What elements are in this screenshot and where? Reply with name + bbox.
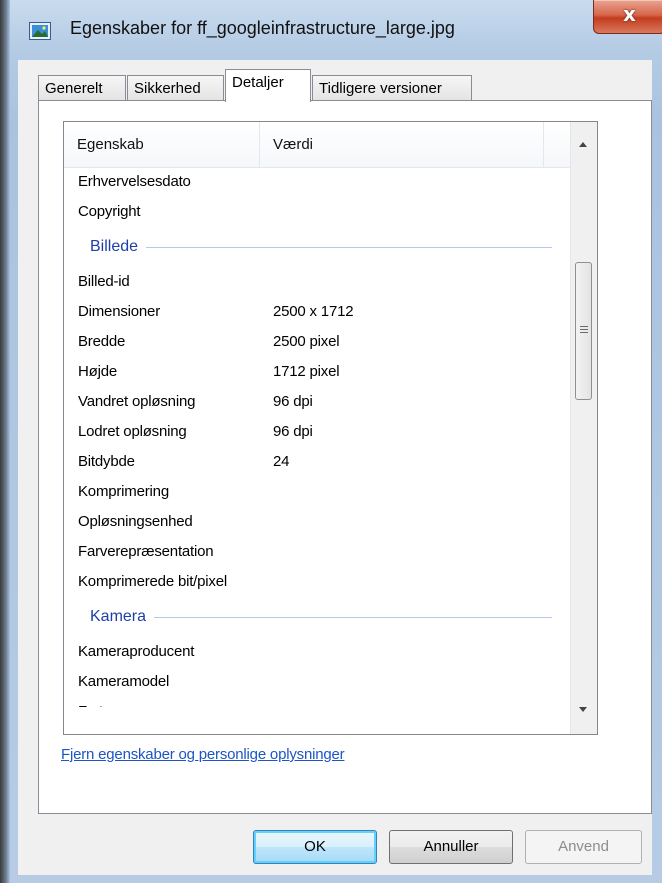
property-name: Bredde — [78, 333, 126, 350]
list-item[interactable]: Farverepræsentation — [64, 537, 572, 567]
list-item[interactable]: Bitdybde 24 — [64, 447, 572, 477]
property-name: Copyright — [78, 203, 141, 220]
property-name: Dimensioner — [78, 303, 160, 320]
list-item[interactable]: Erhvervelsesdato — [64, 167, 572, 197]
property-value: 96 dpi — [273, 423, 313, 440]
property-name: Lodret opløsning — [78, 423, 187, 440]
list-item[interactable]: Bredde 2500 pixel — [64, 327, 572, 357]
column-header-property[interactable]: Egenskab — [64, 122, 260, 167]
list-item[interactable]: Komprimering — [64, 477, 572, 507]
window-title: Egenskaber for ff_googleinfrastructure_l… — [70, 18, 455, 38]
property-name: Erhvervelsesdato — [78, 173, 191, 190]
properties-list[interactable]: Egenskab Værdi Erhvervelsesdato Copyrigh… — [63, 121, 598, 735]
close-icon: x — [623, 2, 636, 26]
group-divider — [90, 617, 552, 618]
property-value: 96 dpi — [273, 393, 313, 410]
property-name: Kameraproducent — [78, 643, 195, 660]
group-label: Kamera — [90, 597, 155, 637]
grip-icon — [580, 326, 588, 334]
vertical-scrollbar[interactable] — [570, 122, 597, 734]
image-file-icon — [29, 22, 51, 40]
apply-button[interactable]: Anvend — [525, 830, 642, 864]
tab-detaljer[interactable]: Detaljer — [225, 69, 311, 102]
list-item[interactable]: F-stop — [64, 697, 572, 707]
title-bar[interactable]: Egenskaber for ff_googleinfrastructure_l… — [10, 0, 662, 60]
window-shadow — [0, 0, 10, 883]
scroll-down-arrow-icon[interactable] — [579, 707, 587, 712]
dialog-client: Generelt Sikkerhed Detaljer Tidligere ve… — [18, 60, 652, 875]
property-name: Kameramodel — [78, 673, 170, 690]
scroll-up-arrow-icon[interactable] — [579, 142, 587, 147]
tab-tidligere-versioner[interactable]: Tidligere versioner — [312, 75, 472, 100]
list-item[interactable]: Komprimerede bit/pixel — [64, 567, 572, 597]
property-value: 2500 pixel — [273, 333, 340, 350]
list-header: Egenskab Værdi — [64, 122, 572, 168]
list-rows: Erhvervelsesdato Copyright Billede Bille… — [64, 167, 572, 707]
property-name: Vandret opløsning — [78, 393, 196, 410]
list-item[interactable]: Billed-id — [64, 267, 572, 297]
property-value: 2500 x 1712 — [273, 303, 354, 320]
group-header-kamera: Kamera — [64, 597, 572, 637]
remove-properties-link[interactable]: Fjern egenskaber og personlige oplysning… — [61, 746, 345, 763]
list-item[interactable]: Kameramodel — [64, 667, 572, 697]
column-header-value[interactable]: Værdi — [260, 122, 544, 167]
group-divider — [90, 247, 552, 248]
tab-label: Sikkerhed — [134, 80, 201, 97]
cancel-button[interactable]: Annuller — [389, 830, 513, 864]
property-value: 24 — [273, 453, 290, 470]
property-name: Opløsningsenhed — [78, 513, 193, 530]
list-item[interactable]: Højde 1712 pixel — [64, 357, 572, 387]
list-item[interactable]: Opløsningsenhed — [64, 507, 572, 537]
window-frame: Egenskaber for ff_googleinfrastructure_l… — [0, 0, 662, 883]
list-item[interactable]: Copyright — [64, 197, 572, 227]
property-name: Komprimerede bit/pixel — [78, 573, 227, 590]
scrollbar-thumb[interactable] — [575, 262, 592, 400]
group-header-billede: Billede — [64, 227, 572, 267]
property-name: F-stop — [78, 697, 120, 707]
property-value: 1712 pixel — [273, 363, 340, 380]
ok-button[interactable]: OK — [253, 830, 377, 864]
tab-sikkerhed[interactable]: Sikkerhed — [127, 75, 224, 100]
list-item[interactable]: Kameraproducent — [64, 637, 572, 667]
tab-label: Tidligere versioner — [319, 80, 442, 97]
tab-label: Detaljer — [232, 74, 284, 91]
property-name: Højde — [78, 363, 118, 380]
tab-generelt[interactable]: Generelt — [38, 75, 126, 100]
property-name: Komprimering — [78, 483, 169, 500]
close-button[interactable]: x — [593, 0, 662, 34]
list-item[interactable]: Lodret opløsning 96 dpi — [64, 417, 572, 447]
property-name: Farverepræsentation — [78, 543, 214, 560]
details-panel: Egenskab Værdi Erhvervelsesdato Copyrigh… — [38, 100, 652, 814]
list-item[interactable]: Vandret opløsning 96 dpi — [64, 387, 572, 417]
property-name: Bitdybde — [78, 453, 135, 470]
list-item[interactable]: Dimensioner 2500 x 1712 — [64, 297, 572, 327]
tab-label: Generelt — [45, 80, 103, 97]
property-name: Billed-id — [78, 273, 130, 290]
group-label: Billede — [90, 227, 147, 267]
